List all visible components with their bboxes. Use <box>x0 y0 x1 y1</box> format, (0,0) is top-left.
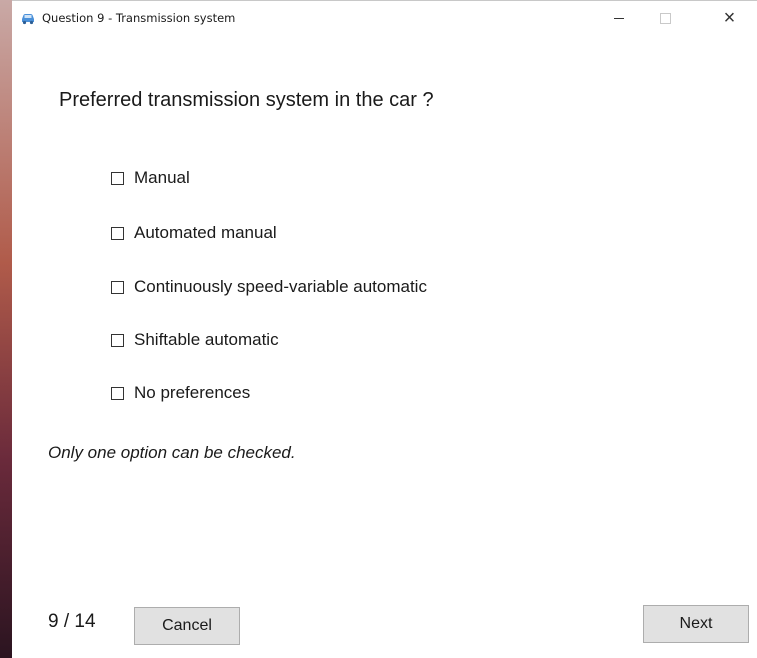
checkbox[interactable] <box>111 280 124 294</box>
title-bar[interactable]: Question 9 - Transmission system × <box>12 1 757 35</box>
car-icon <box>20 11 36 25</box>
checkbox[interactable] <box>111 171 124 185</box>
option-no-preferences[interactable]: No preferences <box>111 382 250 404</box>
option-label[interactable]: No preferences <box>134 383 250 403</box>
maximize-icon <box>659 12 671 24</box>
checkbox[interactable] <box>111 226 124 240</box>
question-text: Preferred transmission system in the car… <box>59 89 434 111</box>
cancel-button[interactable]: Cancel <box>134 607 240 645</box>
hint-text: Only one option can be checked. <box>48 443 296 462</box>
option-shiftable-automatic[interactable]: Shiftable automatic <box>111 329 279 351</box>
option-label[interactable]: Automated manual <box>134 223 277 243</box>
close-button[interactable]: × <box>702 1 757 35</box>
maximize-button[interactable] <box>642 1 688 35</box>
window-title: Question 9 - Transmission system <box>42 11 236 25</box>
option-label[interactable]: Shiftable automatic <box>134 330 279 350</box>
checkbox[interactable] <box>111 333 124 347</box>
desktop-background <box>0 0 12 658</box>
close-icon: × <box>723 6 736 29</box>
dialog-window: Question 9 - Transmission system × Prefe… <box>12 0 757 658</box>
option-label[interactable]: Continuously speed-variable automatic <box>134 277 427 297</box>
option-manual[interactable]: Manual <box>111 167 190 189</box>
option-automated-manual[interactable]: Automated manual <box>111 222 277 244</box>
checkbox[interactable] <box>111 386 124 400</box>
option-continuously-variable[interactable]: Continuously speed-variable automatic <box>111 276 427 298</box>
progress-indicator: 9 / 14 <box>48 611 96 632</box>
minimize-icon <box>614 17 624 19</box>
option-label[interactable]: Manual <box>134 168 190 188</box>
next-button[interactable]: Next <box>643 605 749 643</box>
minimize-button[interactable] <box>596 1 642 35</box>
